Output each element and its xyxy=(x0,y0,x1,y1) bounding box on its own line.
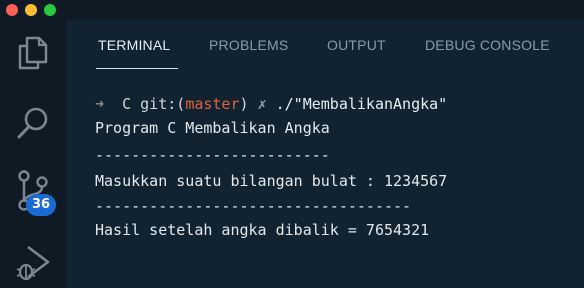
tab-problems[interactable]: PROBLEMS xyxy=(209,37,288,53)
window-titlebar xyxy=(0,0,584,20)
files-icon xyxy=(18,36,48,70)
minimize-window-button[interactable] xyxy=(25,4,37,16)
terminal-line: Program C Membalikan Angka xyxy=(95,119,330,137)
prompt-command: ./"MembalikanAngka" xyxy=(275,95,448,113)
panel: TERMINAL PROBLEMS OUTPUT DEBUG CONSOLE ➜… xyxy=(66,20,584,288)
close-window-button[interactable] xyxy=(6,4,18,16)
prompt-git-suffix: ) xyxy=(239,95,249,113)
tab-debug-console[interactable]: DEBUG CONSOLE xyxy=(425,37,550,53)
panel-tabs: TERMINAL PROBLEMS OUTPUT DEBUG CONSOLE xyxy=(66,20,584,72)
prompt-git-prefix: git:( xyxy=(140,95,186,113)
activity-search[interactable] xyxy=(0,98,66,148)
maximize-window-button[interactable] xyxy=(44,4,56,16)
tab-output[interactable]: OUTPUT xyxy=(327,37,386,53)
prompt-arrow-icon: ➜ xyxy=(95,95,105,113)
terminal-line: Hasil setelah angka dibalik = 7654321 xyxy=(95,221,430,239)
terminal-line: Masukkan suatu bilangan bulat : 1234567 xyxy=(95,172,448,190)
prompt-branch: master xyxy=(185,95,240,113)
active-tab-indicator xyxy=(96,68,178,69)
search-icon xyxy=(17,107,48,139)
terminal-prompt-line: ➜ C git:(master) ✗ ./"MembalikanAngka" xyxy=(95,94,447,114)
terminal-line: -------------------------- xyxy=(95,146,330,164)
activity-run-debug[interactable] xyxy=(0,238,66,288)
activity-bar: 36 xyxy=(0,20,66,288)
terminal-line: ----------------------------------- xyxy=(95,197,412,215)
activity-explorer[interactable] xyxy=(0,28,66,78)
prompt-dirty-mark: ✗ xyxy=(257,95,267,113)
source-control-badge: 36 xyxy=(26,194,56,216)
run-debug-icon xyxy=(16,245,50,281)
tab-terminal[interactable]: TERMINAL xyxy=(98,37,170,53)
prompt-dir: C xyxy=(122,95,132,113)
